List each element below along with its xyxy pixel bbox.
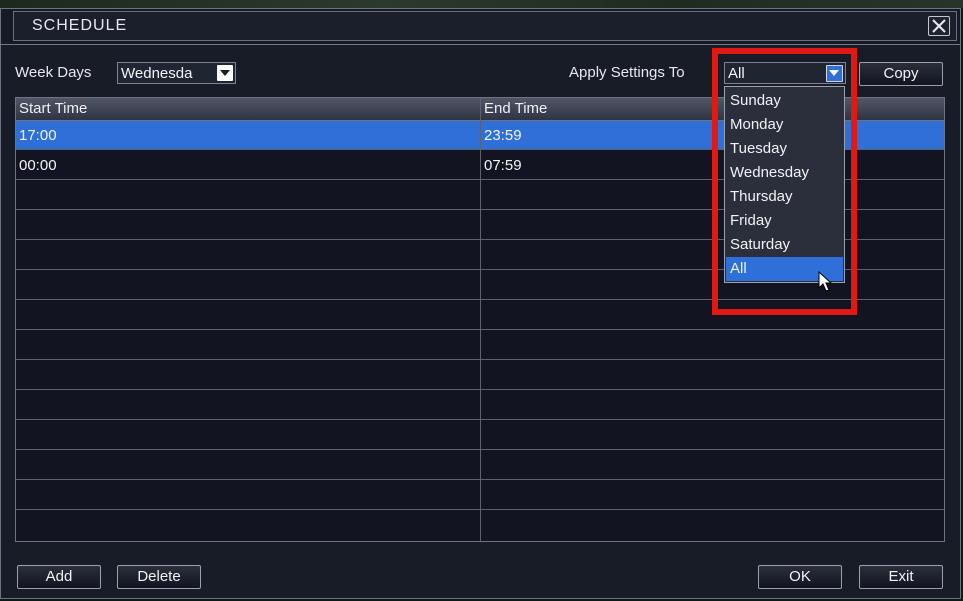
column-divider [480, 98, 481, 541]
dialog-title: SCHEDULE [32, 17, 128, 34]
mouse-cursor-icon [818, 271, 833, 292]
close-button[interactable] [928, 16, 950, 36]
delete-button[interactable]: Delete [117, 565, 201, 589]
end-time-cell: 23:59 [484, 127, 522, 144]
header-start-time: Start Time [19, 100, 88, 117]
exit-button[interactable]: Exit [859, 565, 943, 589]
ok-button[interactable]: OK [758, 565, 842, 589]
end-time-cell: 07:59 [484, 157, 522, 174]
title-bar: SCHEDULE [13, 11, 957, 41]
header-end-time: End Time [484, 100, 548, 117]
start-time-cell: 17:00 [19, 127, 57, 144]
week-days-label: Week Days [15, 64, 92, 81]
close-icon [932, 19, 946, 33]
highlight-annotation [712, 48, 857, 315]
chevron-down-icon[interactable] [217, 65, 233, 81]
start-time-cell: 00:00 [19, 157, 57, 174]
background-strip [0, 0, 963, 8]
apply-settings-label: Apply Settings To [569, 64, 685, 81]
week-days-select[interactable]: Wednesda [117, 62, 236, 84]
week-days-value: Wednesda [121, 65, 193, 82]
copy-button[interactable]: Copy [859, 62, 943, 86]
add-button[interactable]: Add [17, 565, 101, 589]
